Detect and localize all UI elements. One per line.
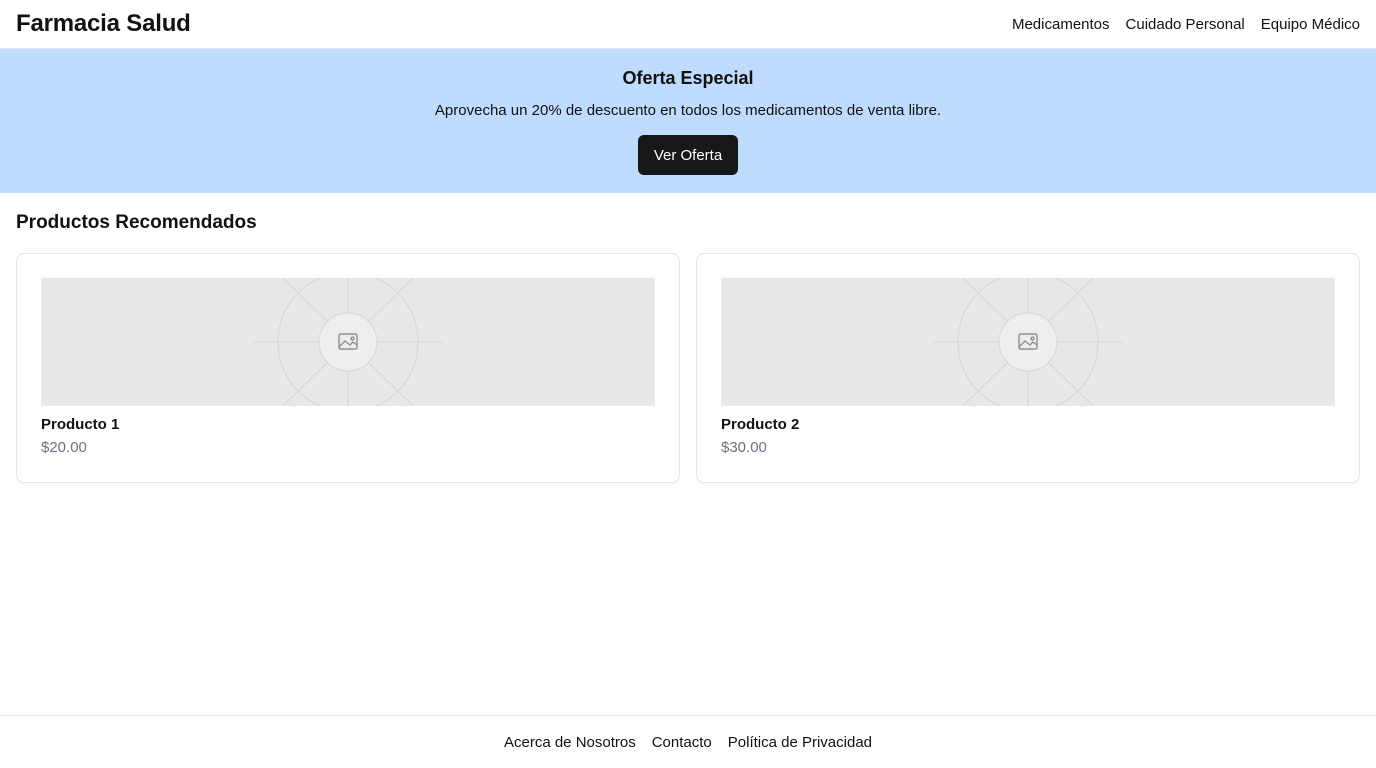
view-offer-button[interactable]: Ver Oferta	[637, 135, 739, 175]
site-header: Farmacia Salud Medicamentos Cuidado Pers…	[0, 0, 1376, 49]
banner-title: Oferta Especial	[622, 68, 754, 88]
product-grid: Producto 1 $20.00 Producto 2 $30.00	[16, 253, 1360, 483]
product-card[interactable]: Producto 1 $20.00	[16, 253, 680, 483]
product-card[interactable]: Producto 2 $30.00	[696, 253, 1360, 483]
section-title: Productos Recomendados	[16, 212, 257, 233]
product-name: Producto 2	[721, 416, 800, 433]
product-price: $20.00	[41, 439, 87, 456]
product-price: $30.00	[721, 439, 767, 456]
nav-link-equipo-medico[interactable]: Equipo Médico	[1261, 16, 1360, 33]
main-nav: Medicamentos Cuidado Personal Equipo Méd…	[1012, 16, 1360, 33]
nav-link-medicamentos[interactable]: Medicamentos	[1012, 16, 1110, 33]
product-image	[41, 278, 655, 406]
product-image	[721, 278, 1335, 406]
image-placeholder-icon	[933, 278, 1123, 406]
recommended-section: Productos Recomendados Producto 1 $20.00…	[0, 193, 1376, 483]
site-footer: Acerca de Nosotros Contacto Política de …	[0, 715, 1376, 768]
footer-link-about[interactable]: Acerca de Nosotros	[504, 734, 636, 751]
footer-link-contact[interactable]: Contacto	[652, 734, 712, 751]
image-placeholder-icon	[253, 278, 443, 406]
product-name: Producto 1	[41, 416, 120, 433]
banner-text: Aprovecha un 20% de descuento en todos l…	[434, 102, 942, 119]
brand-logo[interactable]: Farmacia Salud	[16, 10, 191, 38]
nav-link-cuidado-personal[interactable]: Cuidado Personal	[1126, 16, 1245, 33]
promo-banner: Oferta Especial Aprovecha un 20% de desc…	[0, 49, 1376, 193]
footer-link-privacy[interactable]: Política de Privacidad	[728, 734, 872, 751]
